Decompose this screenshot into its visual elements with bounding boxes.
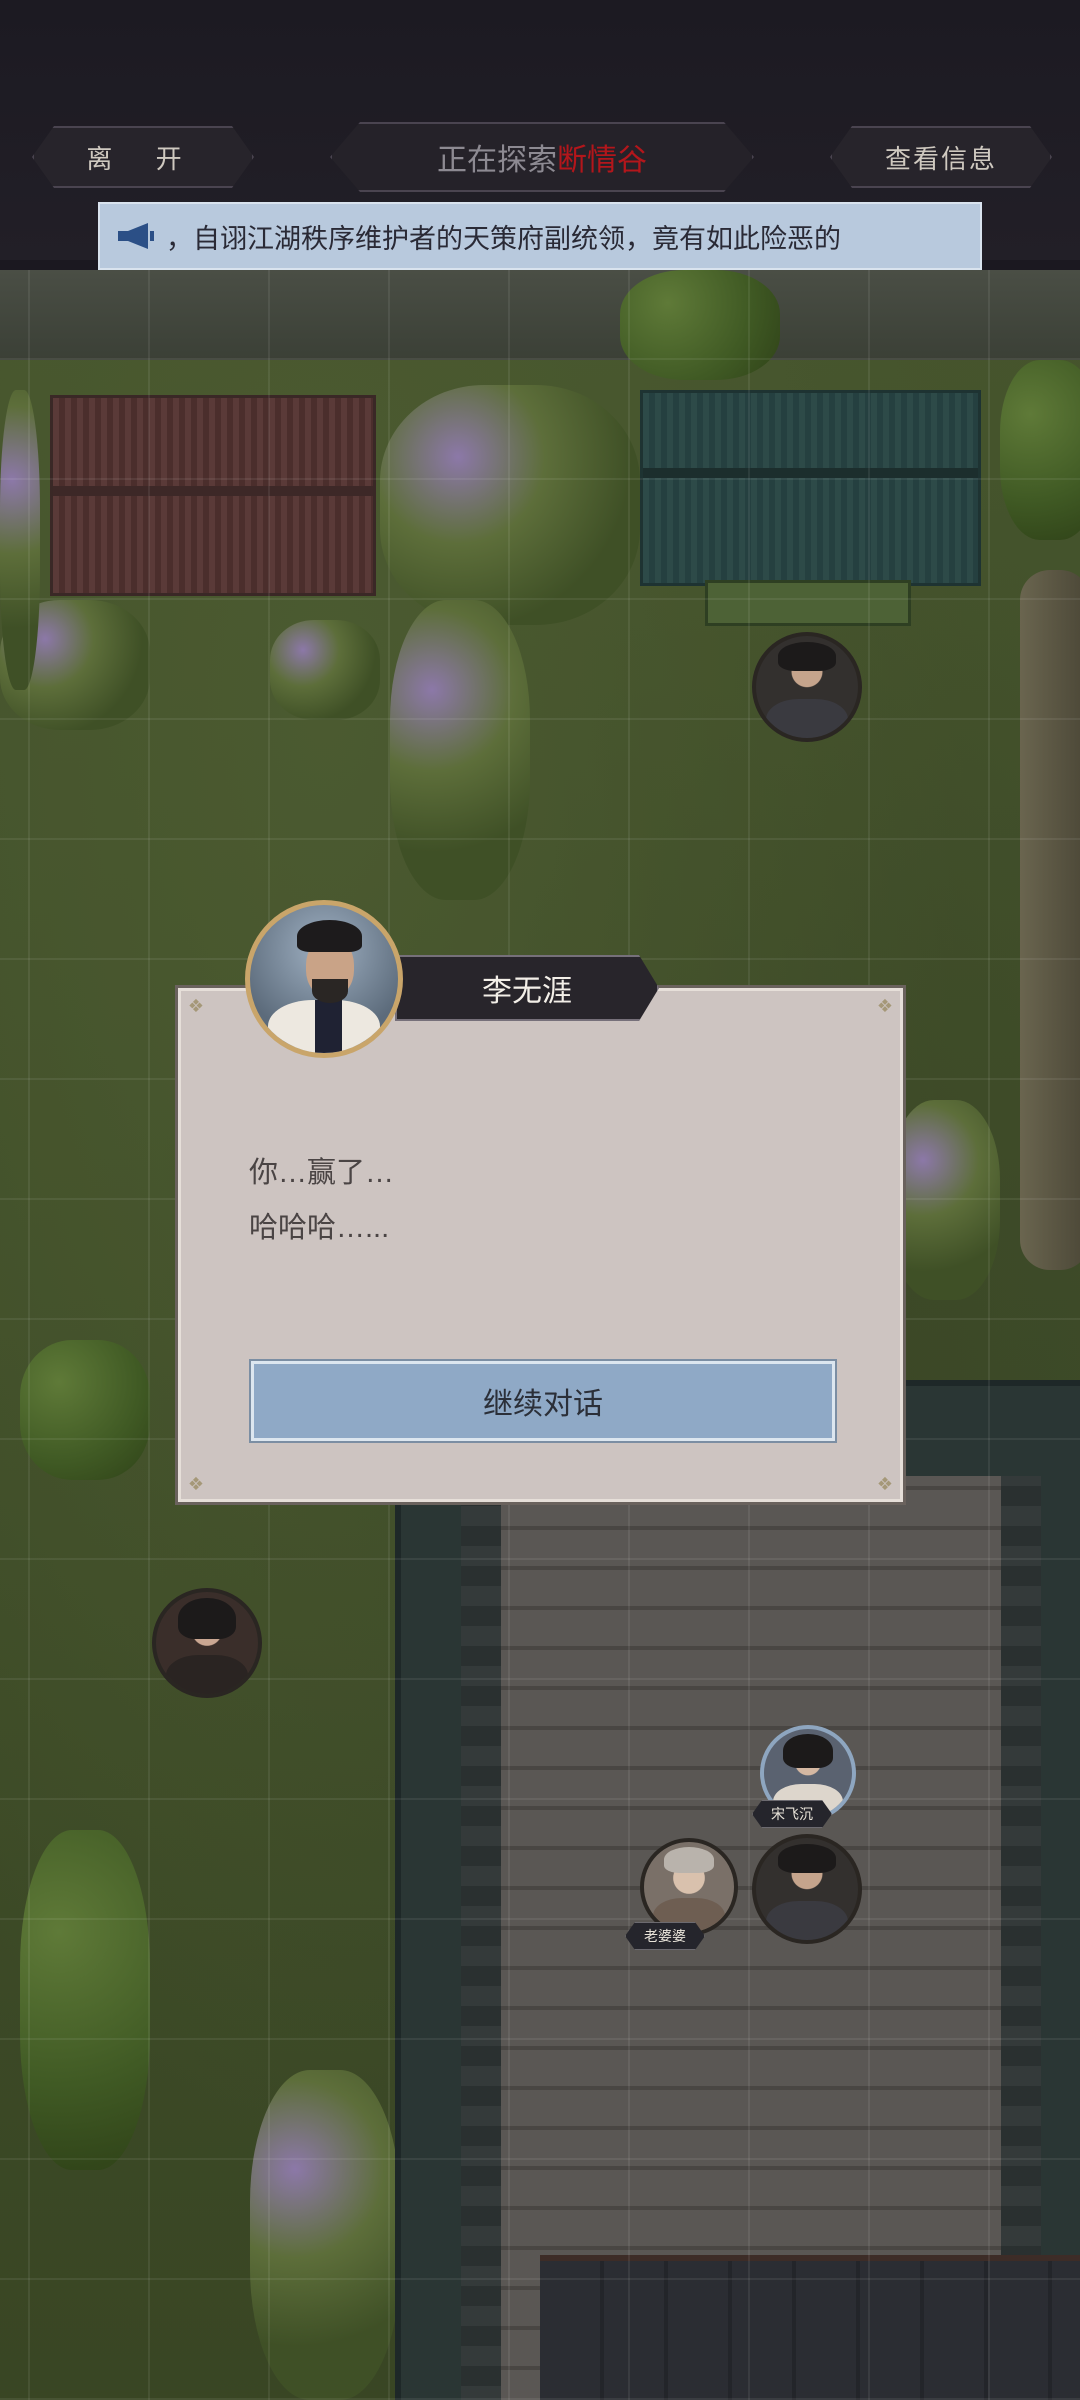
corner-ornament: ❖ <box>187 996 205 1016</box>
character-body <box>166 1655 248 1694</box>
character-body <box>766 1901 848 1940</box>
announcement-text: ，自诩江湖秩序维护者的天策府副统领，竟有如此险恶的 <box>166 223 841 254</box>
speaker-portrait <box>245 900 403 1058</box>
character-warrior-top[interactable] <box>752 632 862 742</box>
character-hair <box>778 642 836 671</box>
dialog-line: 哈哈哈…... <box>249 1212 390 1244</box>
character-hair <box>783 1734 833 1768</box>
character-woman-left[interactable] <box>152 1588 262 1698</box>
character-body <box>766 699 848 738</box>
character-old-woman[interactable] <box>640 1838 738 1936</box>
corner-ornament: ❖ <box>187 1474 205 1494</box>
portrait-hair <box>297 919 363 953</box>
exploring-prefix: 正在探索 <box>437 144 557 177</box>
leave-button[interactable]: 离 开 <box>32 126 254 188</box>
continue-dialog-button[interactable]: 继续对话 <box>251 1361 835 1441</box>
exploring-title: 正在探索 断情谷 <box>330 122 754 192</box>
megaphone-icon <box>118 223 154 249</box>
dialog-line: 你…赢了… <box>249 1157 395 1189</box>
announcement-marquee: ，自诩江湖秩序维护者的天策府副统领，竟有如此险恶的 <box>98 202 982 270</box>
portrait-beard <box>312 979 348 1003</box>
character-warrior-courtyard[interactable] <box>752 1834 862 1944</box>
dialog-box: ❖ ❖ ❖ ❖ 你…赢了… 哈哈哈…... 继续对话 <box>178 988 903 1502</box>
dialog-text: 你…赢了… 哈哈哈…... <box>249 1146 394 1256</box>
name-tag-song-feiyan: 宋飞沉 <box>752 1800 832 1828</box>
portrait-collar <box>315 999 342 1053</box>
view-info-button[interactable]: 查看信息 <box>830 126 1052 188</box>
location-name: 断情谷 <box>557 144 647 177</box>
character-hair <box>778 1844 836 1873</box>
speaker-name: 李无涯 <box>395 955 659 1021</box>
corner-ornament: ❖ <box>876 996 894 1016</box>
corner-ornament: ❖ <box>876 1474 894 1494</box>
character-hair <box>178 1598 236 1639</box>
name-tag-old-woman: 老婆婆 <box>625 1922 705 1950</box>
character-hair <box>663 1847 715 1873</box>
